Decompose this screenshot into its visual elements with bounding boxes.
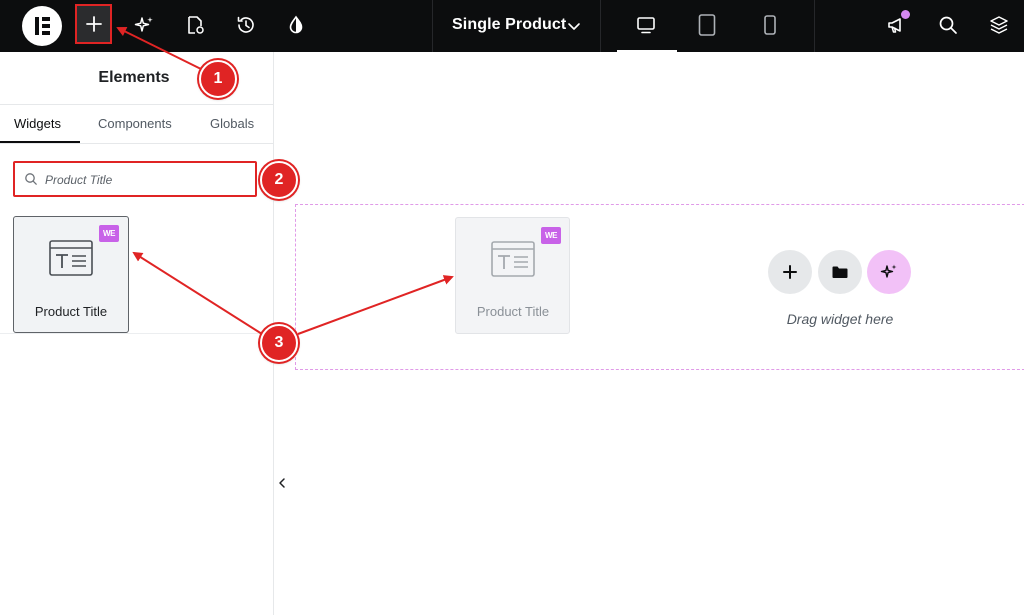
pro-badge: WE [99, 225, 119, 242]
device-desktop-button[interactable] [627, 6, 665, 44]
page-settings-button[interactable] [176, 6, 214, 44]
notification-dot [901, 10, 910, 19]
chevron-left-icon [279, 478, 285, 488]
droplet-icon [289, 15, 303, 34]
ai-generate-button[interactable] [867, 250, 911, 294]
annotation-marker-2: 2 [260, 161, 298, 199]
divider [0, 333, 274, 334]
topbar-separator [600, 0, 601, 52]
search-button[interactable] [929, 6, 967, 44]
annotation-marker-1: 1 [199, 60, 237, 98]
product-title-icon [49, 240, 93, 276]
tab-globals[interactable]: Globals [210, 116, 254, 131]
layers-icon [990, 16, 1008, 34]
topbar-separator [814, 0, 815, 52]
topbar-separator [432, 0, 433, 52]
pro-badge: WE [541, 227, 561, 244]
folder-icon [832, 266, 848, 278]
plus-icon [85, 16, 102, 32]
structure-button[interactable] [980, 6, 1018, 44]
device-mobile-button[interactable] [751, 6, 789, 44]
history-button[interactable] [227, 6, 265, 44]
add-element-button[interactable] [75, 4, 112, 44]
active-device-indicator [617, 50, 677, 52]
elementor-logo-icon[interactable] [22, 6, 62, 46]
add-template-button[interactable] [818, 250, 862, 294]
ai-button[interactable] [125, 6, 163, 44]
tab-components[interactable]: Components [98, 116, 172, 131]
sparkle-icon [880, 264, 897, 278]
widget-label: Product Title [476, 304, 550, 319]
chevron-down-icon[interactable] [566, 18, 582, 34]
widget-label: Product Title [34, 304, 108, 319]
site-settings-button[interactable] [277, 6, 315, 44]
dragging-widget-product-title[interactable]: WE Product Title [455, 217, 570, 334]
drop-zone[interactable] [295, 204, 1024, 370]
tablet-icon [698, 14, 716, 36]
page-settings-icon [188, 16, 204, 34]
plus-icon [783, 265, 797, 279]
mobile-icon [764, 15, 776, 35]
document-title[interactable]: Single Product [452, 16, 566, 34]
collapse-panel-handle[interactable] [274, 455, 290, 511]
product-title-icon [491, 241, 535, 277]
widget-product-title[interactable]: WE Product Title [13, 216, 129, 333]
search-icon [939, 16, 957, 34]
elementor-editor: Single Product Elements Widgets Componen… [0, 0, 1024, 615]
divider [0, 143, 274, 144]
add-section-button[interactable] [768, 250, 812, 294]
widget-search-box [13, 161, 257, 197]
widget-search-input[interactable] [45, 171, 245, 189]
tab-widgets[interactable]: Widgets [14, 116, 61, 131]
elements-panel: Elements Widgets Components Globals WE P… [0, 52, 274, 615]
drop-zone-hint: Drag widget here [786, 311, 894, 327]
annotation-marker-3: 3 [260, 324, 298, 362]
desktop-icon [637, 17, 655, 34]
top-bar: Single Product [0, 0, 1024, 52]
device-tablet-button[interactable] [688, 6, 726, 44]
divider [0, 104, 274, 105]
history-icon [237, 16, 254, 33]
search-icon [25, 173, 37, 185]
sparkle-icon [134, 17, 153, 32]
